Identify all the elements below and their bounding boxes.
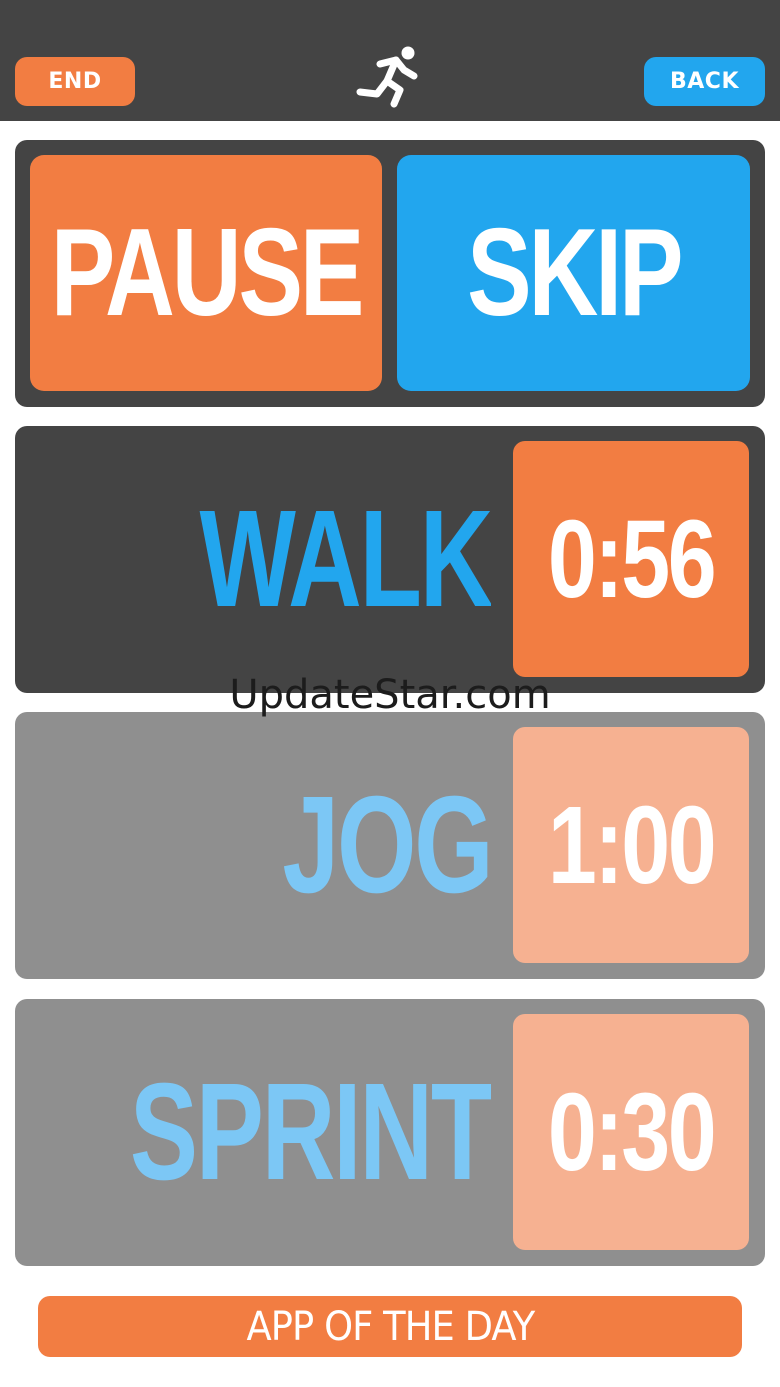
- interval-row-sprint: SPRINT 0:30: [15, 999, 765, 1266]
- interval-timer: 1:00: [513, 727, 749, 963]
- top-bar: END BACK: [0, 0, 780, 121]
- pause-button-label: PAUSE: [50, 204, 365, 342]
- app-of-the-day-button[interactable]: APP OF THE DAY: [38, 1296, 742, 1357]
- back-button[interactable]: BACK: [644, 57, 765, 106]
- interval-name: SPRINT: [129, 1055, 491, 1209]
- interval-name: JOG: [281, 768, 491, 922]
- end-button-label: END: [48, 69, 102, 94]
- skip-button-label: SKIP: [466, 204, 683, 342]
- interval-row-jog: JOG 1:00: [15, 712, 765, 979]
- runner-icon: [356, 46, 418, 108]
- end-button[interactable]: END: [15, 57, 135, 106]
- controls-panel: PAUSE SKIP: [15, 140, 765, 407]
- back-button-label: BACK: [670, 69, 739, 94]
- pause-button[interactable]: PAUSE: [30, 155, 382, 391]
- app-of-the-day-label: APP OF THE DAY: [246, 1303, 535, 1350]
- interval-row-walk: WALK 0:56: [15, 426, 765, 693]
- interval-timer: 0:30: [513, 1014, 749, 1250]
- skip-button[interactable]: SKIP: [397, 155, 750, 391]
- interval-timer: 0:56: [513, 441, 749, 677]
- interval-name: WALK: [199, 482, 491, 636]
